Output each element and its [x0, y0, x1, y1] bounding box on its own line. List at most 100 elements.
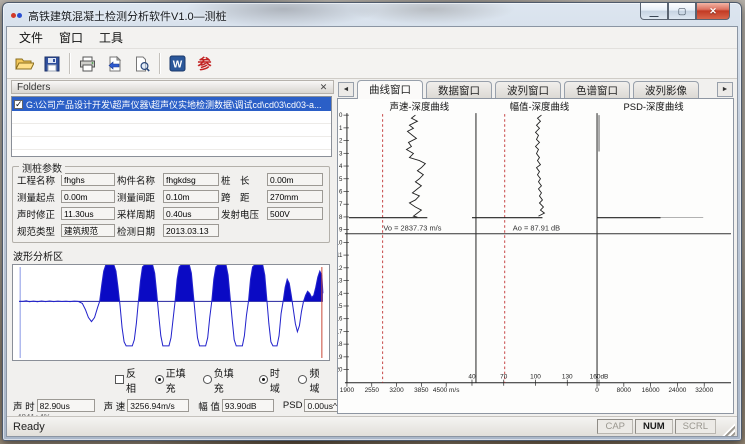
folders-pane-title: Folders — [17, 82, 50, 93]
maximize-button[interactable]: ▢ — [668, 3, 696, 20]
indicator-num: NUM — [635, 419, 673, 434]
depth-tick-label: 12 — [338, 265, 343, 272]
fill-negative-radio[interactable]: 负填充 — [203, 365, 238, 395]
reference-icon: 参 — [198, 54, 212, 74]
depth-tick-label: 20 — [338, 367, 343, 374]
depth-curves-plot: 声速-深度曲线 幅值-深度曲线 PSD-深度曲线 — [338, 99, 733, 413]
menu-item-2[interactable]: 工具 — [91, 27, 131, 48]
freq-domain-radio[interactable]: 频域 — [298, 365, 325, 395]
reading-field-1: 声 速3256.94m/s — [104, 399, 190, 413]
waveform-canvas[interactable] — [12, 264, 330, 361]
param-value-field[interactable]: 0.00m — [267, 173, 323, 186]
param-value-field[interactable]: fhghs — [61, 173, 115, 186]
page-export-icon — [107, 56, 123, 72]
resize-grip-icon[interactable] — [720, 421, 735, 436]
reference-params-button[interactable]: 参 — [191, 51, 218, 76]
x-tick-label: 8000 — [617, 387, 632, 394]
indicator-scrl: SCRL — [675, 419, 716, 434]
tab-0[interactable]: 曲线窗口 — [357, 80, 423, 99]
file-checkbox-checked[interactable] — [14, 100, 23, 109]
folders-close-button[interactable]: ✕ — [317, 81, 330, 93]
export-button[interactable] — [101, 51, 128, 76]
chart-canvas[interactable]: 声速-深度曲线 幅值-深度曲线 PSD-深度曲线 — [337, 99, 734, 414]
tab-4[interactable]: 波列影像 — [633, 81, 699, 98]
time-domain-radio[interactable]: 时域 — [259, 365, 286, 395]
fill-positive-radio[interactable]: 正填充 — [155, 365, 190, 395]
page-magnifier-icon — [134, 56, 150, 72]
amplitude-chart-title: 幅值-深度曲线 — [510, 101, 570, 113]
pile-params-grid: 工程名称fhghs构件名称fhgkdsg桩 长0.00m测量起点0.00m测量间… — [17, 173, 326, 238]
amplitude-annotation: Ao = 87.91 dB — [513, 223, 560, 232]
tab-3[interactable]: 色谱窗口 — [564, 81, 630, 98]
word-report-button[interactable]: W — [164, 51, 191, 76]
reading-field-0: 声 时82.90us — [13, 399, 95, 413]
menu-bar: 文件窗口工具 — [7, 27, 737, 49]
open-file-button[interactable] — [11, 51, 38, 76]
param-value-field[interactable]: 11.30us — [61, 207, 115, 220]
close-button[interactable]: ✕ — [696, 3, 730, 20]
file-list-empty-row — [12, 124, 331, 137]
titlebar: 高铁建筑混凝土检测分析软件V1.0—测桩 — ▢ ✕ — [6, 6, 738, 26]
save-button[interactable] — [38, 51, 65, 76]
x-tick-label: 3200 — [389, 387, 404, 394]
waveform-options-row: 反相 正填充 负填充 时域 — [115, 365, 334, 395]
file-path: G:\公司产品设计开发\超声仪器\超声仪实地检测数据\调试cd\cd03\cd0… — [26, 98, 322, 111]
x-tick-label: 2550 — [365, 387, 380, 394]
tabs: 曲线窗口数据窗口波列窗口色谱窗口波列影像 — [354, 80, 699, 98]
print-button[interactable] — [74, 51, 101, 76]
param-value-field[interactable]: 0.00m — [61, 190, 115, 203]
reading-value-field[interactable]: 82.90us — [37, 399, 95, 412]
x-tick-label: 160dB — [590, 374, 609, 381]
menu-item-0[interactable]: 文件 — [11, 27, 51, 48]
maximize-icon: ▢ — [678, 6, 687, 17]
menu-item-1[interactable]: 窗口 — [51, 27, 91, 48]
depth-tick-label: 2 — [339, 138, 343, 145]
velocity-annotation: Vo = 2837.73 m/s — [383, 223, 441, 232]
print-preview-button[interactable] — [128, 51, 155, 76]
param-value-field[interactable]: fhgkdsg — [163, 173, 219, 186]
reading-field-2: 幅 值93.90dB — [198, 399, 274, 413]
param-value-field[interactable]: 500V — [267, 207, 323, 220]
param-value-field[interactable]: 2013.03.13 — [163, 224, 219, 237]
file-list-item-selected[interactable]: G:\公司产品设计开发\超声仪器\超声仪实地检测数据\调试cd\cd03\cd0… — [12, 97, 331, 111]
app-icon — [10, 10, 24, 22]
tab-scroll-left-button[interactable]: ◄ — [338, 82, 354, 97]
param-value-field[interactable]: 0.40us — [163, 207, 219, 220]
x-tick-label: 70 — [500, 374, 508, 381]
reading-label: 幅 值 — [198, 399, 220, 413]
x-tick-label: 130 — [562, 374, 573, 381]
toolbar-separator — [69, 53, 70, 74]
window-title: 高铁建筑混凝土检测分析软件V1.0—测桩 — [28, 8, 227, 24]
depth-tick-label: 13 — [338, 278, 343, 285]
reading-value-field[interactable]: 3256.94m/s — [127, 399, 189, 412]
depth-tick-label: 16 — [338, 316, 343, 323]
tab-scroll-right-button[interactable]: ► — [717, 82, 733, 97]
reading-label: 声 时 — [13, 399, 35, 413]
param-label: 采样周期 — [117, 207, 161, 221]
file-list-empty-row — [12, 111, 331, 124]
param-value-field[interactable]: 0.10m — [163, 190, 219, 203]
param-value-field[interactable]: 270mm — [267, 190, 323, 203]
reading-value-field[interactable]: 93.90dB — [222, 399, 274, 412]
param-label: 测量起点 — [17, 190, 59, 204]
depth-tick-label: 6 — [339, 188, 343, 195]
depth-tick-label: 3 — [339, 150, 343, 157]
minimize-button[interactable]: — — [640, 3, 668, 20]
status-text: Ready — [13, 421, 45, 433]
checkbox-icon — [115, 375, 124, 384]
depth-tick-label: 11 — [338, 252, 343, 259]
param-value-field[interactable]: 建筑规范 — [61, 224, 115, 237]
tab-2[interactable]: 波列窗口 — [495, 81, 561, 98]
tab-1[interactable]: 数据窗口 — [426, 81, 492, 98]
save-floppy-icon — [44, 56, 60, 72]
status-indicators: CAPNUMSCRL — [595, 419, 716, 434]
toolbar-separator — [159, 53, 160, 74]
radio-selected-icon — [155, 375, 164, 384]
x-tick-label: 32000 — [695, 387, 713, 394]
param-label: 工程名称 — [17, 173, 59, 187]
invert-label: 反相 — [126, 365, 142, 395]
freq-domain-label: 频域 — [309, 365, 325, 395]
file-listbox[interactable]: G:\公司产品设计开发\超声仪器\超声仪实地检测数据\调试cd\cd03\cd0… — [11, 96, 332, 157]
invert-checkbox[interactable]: 反相 — [115, 365, 142, 395]
file-list-empty-row — [12, 150, 331, 157]
